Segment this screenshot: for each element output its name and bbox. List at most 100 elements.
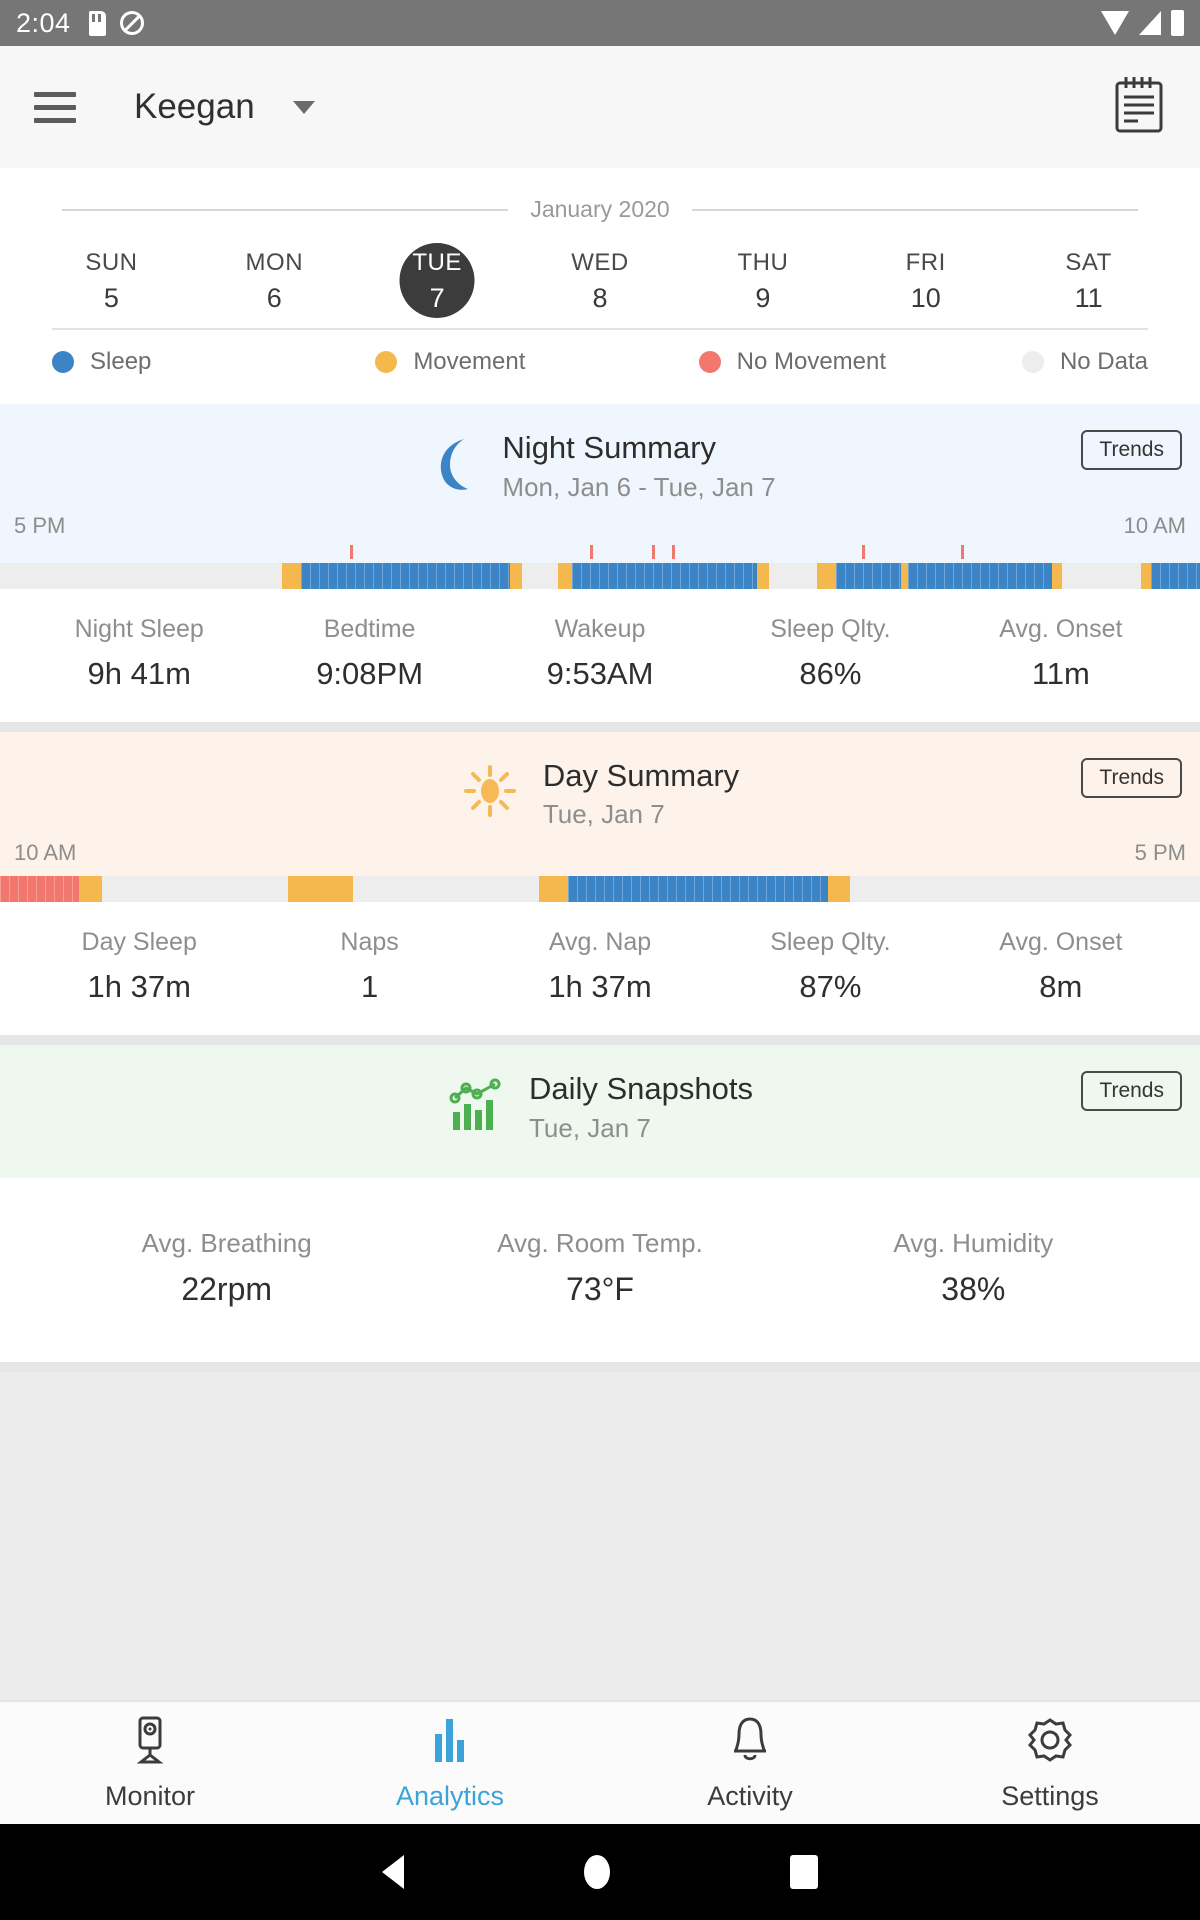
week-strip: January 2020 SUN 5 MON 6 TUE 7 WED 8 THU xyxy=(0,168,1200,404)
daily-snapshots-title-block: Daily Snapshots Tue, Jan 7 xyxy=(0,1071,1200,1144)
stat-label: Naps xyxy=(340,928,398,957)
night-summary-title-block: Night Summary Mon, Jan 6 - Tue, Jan 7 xyxy=(0,430,1200,503)
timeline-event-tick xyxy=(590,545,593,559)
legend-item-movement: Movement xyxy=(375,348,698,376)
day-axis-start: 10 AM xyxy=(14,840,76,866)
night-timeline[interactable] xyxy=(0,563,1200,589)
timeline-segment-no-data xyxy=(522,563,558,589)
app-screen: 2:04 Keegan xyxy=(0,0,1200,1920)
back-triangle-icon[interactable] xyxy=(382,1855,404,1889)
stat-naps: Naps 1 xyxy=(254,928,484,1005)
timeline-segment-movement xyxy=(757,563,769,589)
day-cell-mon[interactable]: MON 6 xyxy=(193,239,356,328)
day-of-month-label: 11 xyxy=(1075,283,1103,314)
day-of-week-label: TUE xyxy=(412,249,462,277)
day-of-month-label: 10 xyxy=(911,283,941,314)
stat-value: 86% xyxy=(799,656,861,692)
day-of-month-label: 7 xyxy=(430,283,445,314)
timeline-segment-movement xyxy=(1052,563,1062,589)
recents-square-icon[interactable] xyxy=(790,1855,818,1889)
stat-label: Avg. Breathing xyxy=(142,1228,312,1259)
section-gap xyxy=(0,1362,1200,1372)
android-navigation-bar xyxy=(0,1824,1200,1920)
profile-name[interactable]: Keegan xyxy=(134,87,255,127)
stat-value: 8m xyxy=(1039,969,1082,1005)
stat-wakeup: Wakeup 9:53AM xyxy=(485,615,715,692)
legend-dot-no-data xyxy=(1022,351,1044,373)
day-of-week-label: SUN xyxy=(85,249,137,277)
day-cell-wed[interactable]: WED 8 xyxy=(519,239,682,328)
home-circle-icon[interactable] xyxy=(584,1855,610,1889)
daily-snapshots-title: Daily Snapshots xyxy=(529,1071,753,1107)
day-cell-fri[interactable]: FRI 10 xyxy=(844,239,1007,328)
day-of-week-label: SAT xyxy=(1065,249,1111,277)
stat-value: 9:53AM xyxy=(547,656,654,692)
night-summary-header: Night Summary Mon, Jan 6 - Tue, Jan 7 Tr… xyxy=(0,404,1200,563)
legend-item-no-movement: No Movement xyxy=(699,348,1022,376)
stat-avg-humidity: Avg. Humidity 38% xyxy=(787,1228,1160,1308)
section-gap xyxy=(0,1035,1200,1045)
stat-bedtime: Bedtime 9:08PM xyxy=(254,615,484,692)
nav-item-analytics[interactable]: Analytics xyxy=(300,1702,600,1824)
day-axis: 10 AM 5 PM xyxy=(0,830,1200,872)
empty-scroll-area xyxy=(0,1372,1200,1700)
nav-label: Analytics xyxy=(396,1781,504,1812)
stat-day-sleep-quality: Sleep Qlty. 87% xyxy=(715,928,945,1005)
stat-day-sleep: Day Sleep 1h 37m xyxy=(24,928,254,1005)
nav-label: Activity xyxy=(707,1781,793,1812)
hamburger-menu-icon[interactable] xyxy=(34,92,76,123)
night-summary-text: Night Summary Mon, Jan 6 - Tue, Jan 7 xyxy=(502,430,775,503)
timeline-event-tick xyxy=(961,545,964,559)
day-cell-thu[interactable]: THU 9 xyxy=(681,239,844,328)
legend-item-sleep: Sleep xyxy=(52,348,375,376)
stat-value: 11m xyxy=(1032,656,1090,692)
day-cell-sat[interactable]: SAT 11 xyxy=(1007,239,1170,328)
stat-label: Wakeup xyxy=(555,615,646,644)
legend-label: Sleep xyxy=(90,348,151,376)
journal-notepad-icon[interactable] xyxy=(1112,75,1166,140)
chevron-down-icon[interactable] xyxy=(293,101,315,114)
stat-avg-breathing: Avg. Breathing 22rpm xyxy=(40,1228,413,1308)
stat-day-avg-onset: Avg. Onset 8m xyxy=(946,928,1176,1005)
day-summary-subtitle: Tue, Jan 7 xyxy=(543,799,739,830)
stat-label: Night Sleep xyxy=(75,615,204,644)
day-timeline[interactable] xyxy=(0,876,1200,902)
legend-label: No Data xyxy=(1060,348,1148,376)
moon-icon xyxy=(424,435,478,498)
timeline-segment-no-movement xyxy=(0,876,79,902)
day-of-week-label: FRI xyxy=(906,249,946,277)
timeline-segment-sleep xyxy=(1151,563,1200,589)
night-trends-button[interactable]: Trends xyxy=(1081,430,1182,470)
stat-label: Avg. Room Temp. xyxy=(497,1228,703,1259)
timeline-segment-sleep xyxy=(568,876,828,902)
daily-snapshots-stats: Avg. Breathing 22rpm Avg. Room Temp. 73°… xyxy=(0,1178,1200,1362)
battery-icon xyxy=(1171,10,1184,36)
legend-dot-movement xyxy=(375,351,397,373)
timeline-segment-movement xyxy=(1141,563,1151,589)
section-gap xyxy=(0,722,1200,732)
day-trends-button[interactable]: Trends xyxy=(1081,758,1182,798)
day-cell-sun[interactable]: SUN 5 xyxy=(30,239,193,328)
month-label: January 2020 xyxy=(508,196,691,223)
stat-label: Avg. Onset xyxy=(999,615,1122,644)
night-axis-end: 10 AM xyxy=(1124,513,1186,539)
stat-avg-nap: Avg. Nap 1h 37m xyxy=(485,928,715,1005)
wifi-icon xyxy=(1101,11,1129,35)
legend-dot-sleep xyxy=(52,351,74,373)
day-of-month-label: 9 xyxy=(755,283,770,314)
day-cell-tue[interactable]: TUE 7 xyxy=(356,239,519,328)
status-clock: 2:04 xyxy=(16,8,71,39)
timeline-segment-no-data xyxy=(0,563,282,589)
night-axis-start: 5 PM xyxy=(14,513,65,539)
nav-item-activity[interactable]: Activity xyxy=(600,1702,900,1824)
nav-item-monitor[interactable]: Monitor xyxy=(0,1702,300,1824)
day-of-week-label: MON xyxy=(246,249,304,277)
stat-label: Avg. Humidity xyxy=(893,1228,1053,1259)
stat-label: Avg. Onset xyxy=(999,928,1122,957)
night-axis: 5 PM 10 AM xyxy=(0,503,1200,545)
timeline-segment-movement xyxy=(828,876,850,902)
snapshots-trends-button[interactable]: Trends xyxy=(1081,1071,1182,1111)
day-stats: Day Sleep 1h 37m Naps 1 Avg. Nap 1h 37m … xyxy=(0,902,1200,1035)
stat-value: 9h 41m xyxy=(88,656,191,692)
nav-item-settings[interactable]: Settings xyxy=(900,1702,1200,1824)
